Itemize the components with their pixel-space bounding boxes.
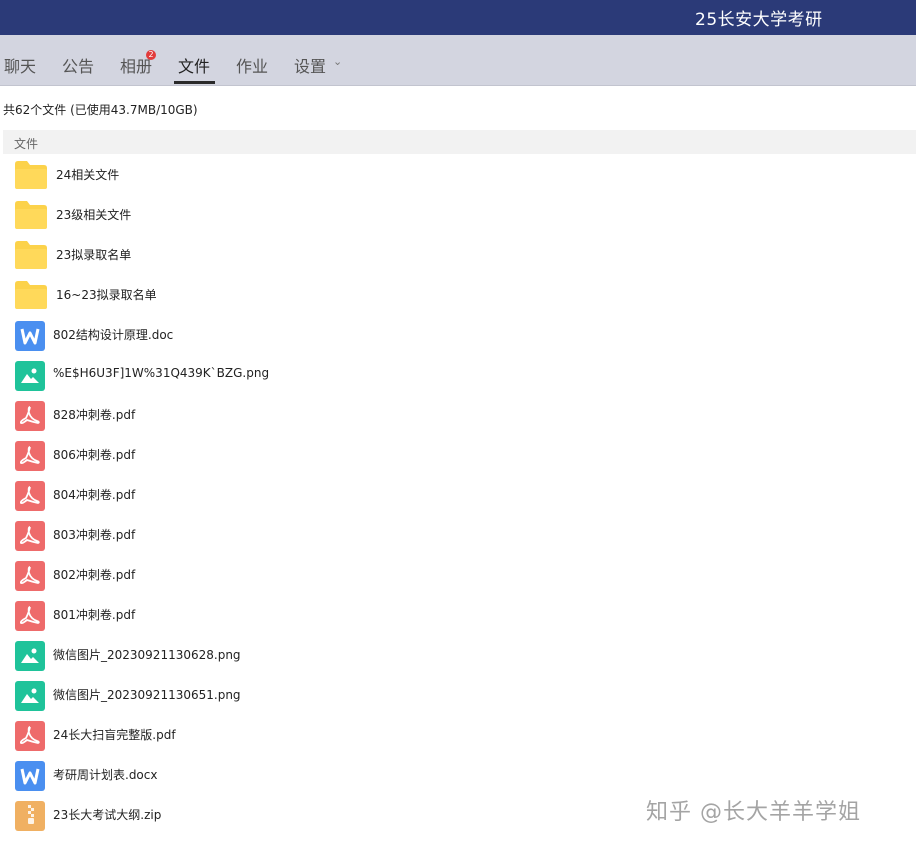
folder-row[interactable]: 24相关文件 [0,154,916,194]
file-row[interactable]: 828冲刺卷.pdf [0,394,916,434]
word-doc-icon [15,761,45,791]
tab-homework[interactable]: 作业 [236,53,268,77]
active-tab-indicator [174,81,215,84]
pdf-file-icon [15,481,45,511]
pdf-file-icon [15,721,45,751]
folder-row[interactable]: 23拟录取名单 [0,234,916,274]
file-row[interactable]: 801冲刺卷.pdf [0,594,916,634]
file-name: 802结构设计原理.doc [53,328,174,342]
tab-files[interactable]: 文件 [178,53,210,77]
folder-row[interactable]: 23级相关文件 [0,194,916,234]
file-row[interactable]: 806冲刺卷.pdf [0,434,916,474]
pdf-file-icon [15,401,45,431]
file-name: 微信图片_20230921130628.png [53,648,241,662]
file-row[interactable]: 24长大扫盲完整版.pdf [0,714,916,754]
folder-icon [15,241,47,269]
pdf-file-icon [15,441,45,471]
file-name: 微信图片_20230921130651.png [53,688,241,702]
word-doc-icon [15,321,45,351]
file-name: 806冲刺卷.pdf [53,448,136,462]
tab-settings[interactable]: 设置 [294,53,326,77]
file-row[interactable]: %E$H6U3F]1W%31Q439K`BZG.png [0,354,916,394]
image-file-icon [15,641,45,671]
file-name: 16~23拟录取名单 [56,288,157,302]
file-row[interactable]: 802冲刺卷.pdf [0,554,916,594]
file-list: 24相关文件 23级相关文件 23拟录取名单 16~23拟录取名单 802结构设计原理.… [0,154,916,834]
file-row[interactable]: 微信图片_20230921130628.png [0,634,916,674]
image-file-icon [15,361,45,391]
folder-icon [15,161,47,189]
file-name: 804冲刺卷.pdf [53,488,136,502]
tab-chat[interactable]: 聊天 [4,53,36,77]
file-row[interactable]: 考研周计划表.docx [0,754,916,794]
file-name: 考研周计划表.docx [53,768,158,782]
file-row[interactable]: 微信图片_20230921130651.png [0,674,916,714]
tab-announcements[interactable]: 公告 [62,53,94,77]
pdf-file-icon [15,521,45,551]
file-name: 23级相关文件 [56,208,132,222]
file-name: %E$H6U3F]1W%31Q439K`BZG.png [53,366,270,380]
folder-icon [15,281,47,309]
folder-row[interactable]: 16~23拟录取名单 [0,274,916,314]
file-name: 23拟录取名单 [56,248,132,262]
storage-summary: 共62个文件 (已使用43.7MB/10GB) [3,103,198,117]
pdf-file-icon [15,601,45,631]
file-name: 803冲刺卷.pdf [53,528,136,542]
pdf-file-icon [15,561,45,591]
file-row[interactable]: 802结构设计原理.doc [0,314,916,354]
chevron-down-icon[interactable]: ⌄ [333,55,342,68]
title-bar: 25长安大学考研 [0,0,916,35]
tab-bar: 聊天 公告 相册 2 文件 作业 设置 ⌄ [0,35,916,86]
folder-icon [15,201,47,229]
file-row[interactable]: 803冲刺卷.pdf [0,514,916,554]
file-name: 828冲刺卷.pdf [53,408,136,422]
column-header-file: 文件 [14,137,39,151]
zip-file-icon [15,801,45,831]
file-name: 801冲刺卷.pdf [53,608,136,622]
window-title: 25长安大学考研 [695,10,823,30]
watermark: 知乎 @长大羊羊学姐 [646,800,861,825]
album-badge: 2 [146,50,156,60]
image-file-icon [15,681,45,711]
file-list-header: 文件 [3,130,916,154]
file-name: 24长大扫盲完整版.pdf [53,728,176,742]
file-name: 802冲刺卷.pdf [53,568,136,582]
file-name: 24相关文件 [56,168,120,182]
file-name: 23长大考试大纲.zip [53,808,162,822]
file-row[interactable]: 804冲刺卷.pdf [0,474,916,514]
